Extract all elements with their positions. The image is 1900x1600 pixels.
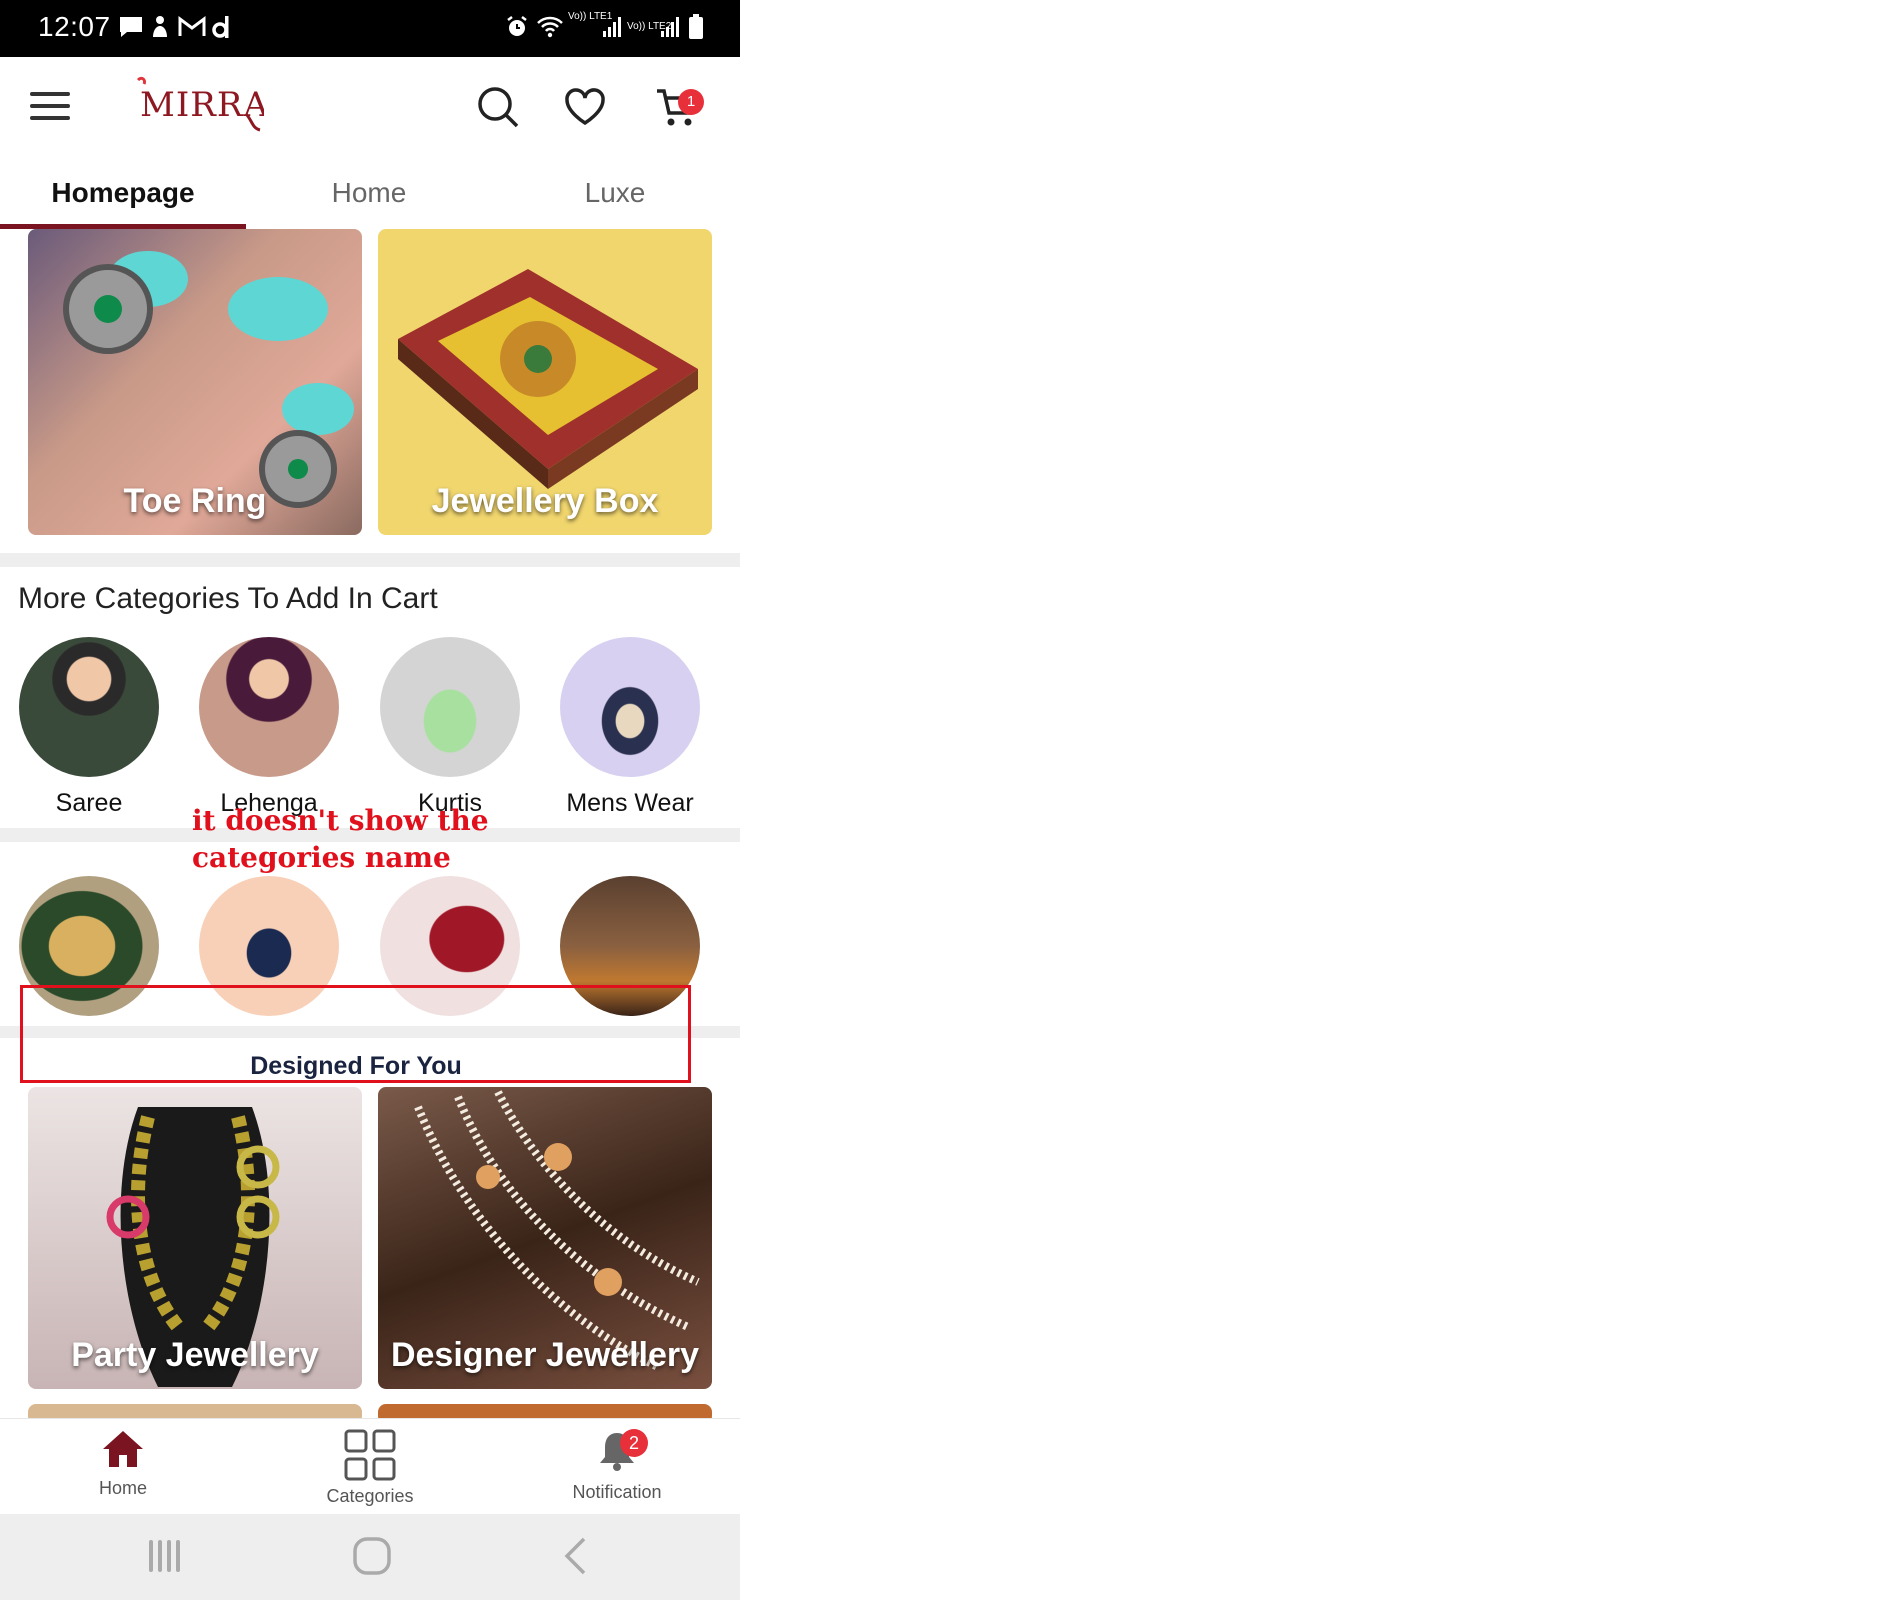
system-navigation-bar	[0, 1514, 740, 1600]
category-kurtis[interactable]: Kurtis	[380, 637, 520, 818]
home-button-icon[interactable]	[352, 1536, 392, 1576]
battery-icon	[688, 12, 704, 42]
message-icon	[118, 12, 144, 42]
grid-icon	[344, 1429, 396, 1481]
tab-homepage[interactable]: Homepage	[0, 165, 246, 229]
wishlist-heart-icon[interactable]	[563, 85, 607, 129]
annotation-note: it doesn't show the categories name	[192, 804, 489, 874]
jewellery-box-banner[interactable]: Jewellery Box	[378, 229, 712, 535]
mens-wear-image	[560, 637, 700, 777]
tab-luxe[interactable]: Luxe	[492, 165, 738, 229]
gmail-icon	[178, 12, 206, 42]
designer-jewellery-banner[interactable]: Designer Jewellery	[378, 1087, 712, 1389]
jewellery-box-label: Jewellery Box	[431, 482, 659, 520]
nav-label: Notification	[572, 1482, 662, 1502]
recent-apps-icon[interactable]	[147, 1538, 181, 1574]
signal-1-icon	[602, 12, 624, 42]
section-divider	[0, 553, 740, 567]
designed-for-you-title: Designed For You	[250, 1052, 462, 1080]
nav-label: Categories	[326, 1486, 414, 1506]
toe-ring-banner[interactable]: Toe Ring	[28, 229, 362, 535]
toe-ring-label: Toe Ring	[123, 482, 267, 520]
status-bar: 12:07 Vo)) LTE1 Vo)) LTE2	[0, 0, 740, 57]
kurtis-image	[380, 637, 520, 777]
cart-count-badge: 1	[678, 89, 704, 115]
status-time: 12:07	[38, 11, 111, 42]
nav-home[interactable]: Home	[43, 1429, 203, 1499]
tab-home[interactable]: Home	[246, 165, 492, 229]
bottom-navigation: Home Categories Notification 2	[0, 1418, 740, 1515]
party-jewellery-label: Party Jewellery	[71, 1336, 319, 1374]
category-lehenga[interactable]: Lehenga	[199, 637, 339, 818]
category-mens-wear[interactable]: Mens Wear	[560, 637, 700, 818]
phone-screen: 12:07 Vo)) LTE1 Vo)) LTE2 MIRRA 1 Homepa…	[0, 0, 740, 1600]
menu-icon[interactable]	[30, 92, 72, 122]
logo-text: MIRRAW	[140, 85, 264, 125]
designer-jewellery-label: Designer Jewellery	[390, 1336, 700, 1374]
app-notification-icon	[150, 12, 170, 42]
lehenga-image	[199, 637, 339, 777]
d-app-icon	[212, 12, 232, 42]
mirraw-logo[interactable]: MIRRAW	[134, 74, 303, 146]
party-jewellery-banner[interactable]: Party Jewellery	[28, 1087, 362, 1389]
nav-notification[interactable]: Notification	[537, 1429, 697, 1503]
alarm-icon	[505, 12, 529, 42]
top-tabs: Homepage Home Luxe	[0, 165, 740, 229]
search-icon[interactable]	[476, 85, 520, 129]
wifi-icon	[536, 12, 564, 42]
notification-count-badge: 2	[620, 1429, 648, 1457]
nav-label: Home	[98, 1478, 147, 1498]
app-bar: MIRRAW 1	[0, 57, 740, 157]
more-categories-title: More Categories To Add In Cart	[18, 582, 438, 615]
back-icon[interactable]	[562, 1536, 588, 1576]
category-saree[interactable]: Saree	[19, 637, 159, 818]
category-label: Saree	[55, 789, 123, 817]
nav-categories[interactable]: Categories	[290, 1429, 450, 1507]
saree-image	[19, 637, 159, 777]
signal-2-icon	[660, 12, 682, 42]
home-icon	[103, 1431, 143, 1467]
category-label: Mens Wear	[566, 789, 694, 817]
